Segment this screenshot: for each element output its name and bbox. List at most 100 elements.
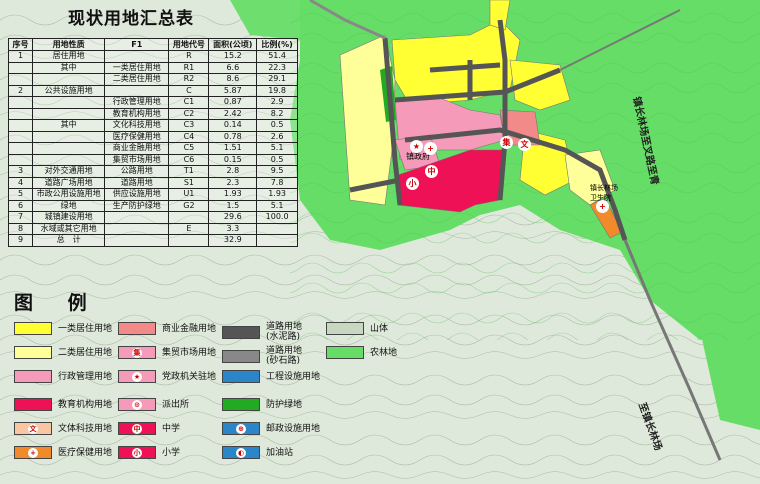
legend-swatch: 小 xyxy=(118,446,156,459)
cell-ratio: 2.9 xyxy=(256,96,298,109)
legend-item: ★ 党政机关驻地 xyxy=(118,370,216,383)
cell-sub: 医疗保健用地 xyxy=(104,130,170,143)
cell-ratio xyxy=(256,234,298,247)
cell-no xyxy=(7,107,34,120)
legend-swatch xyxy=(14,322,52,335)
culture-icon: 文 xyxy=(518,138,531,151)
legend-label: 集贸市场用地 xyxy=(162,347,217,358)
cell-sub: 供应设施用地 xyxy=(104,188,170,201)
cell-area: 0.15 xyxy=(208,153,258,166)
cell-ratio: 9.5 xyxy=(256,165,298,178)
legend-glyph-icon: 小 xyxy=(132,447,142,458)
table-row: 3 对外交通用地 公路用地 T1 2.8 9.5 xyxy=(7,165,298,178)
hospital-icon: + xyxy=(424,142,437,155)
cell-area: 0.14 xyxy=(208,119,258,132)
cell-name: 绿地 xyxy=(32,199,106,212)
market-icon: 集 xyxy=(500,136,513,149)
cell-code xyxy=(168,211,210,224)
cell-ratio: 19.8 xyxy=(256,84,298,97)
cell-ratio xyxy=(256,222,298,235)
cell-no: 4 xyxy=(7,176,34,189)
table-row: 2 公共设施用地 C 5.87 19.8 xyxy=(7,84,298,97)
legend-item: 教育机构用地 xyxy=(14,398,112,411)
cell-area: 8.6 xyxy=(208,73,258,86)
cell-ratio: 5.1 xyxy=(256,199,298,212)
cell-code: C6 xyxy=(168,153,210,166)
table-row: 集贸市场用地 C6 0.15 0.5 xyxy=(7,153,298,166)
table-header-row: 序号 用地性质 F1 用地代号 面积(公顷) 比例(%) xyxy=(7,38,298,51)
cell-area: 2.3 xyxy=(208,176,258,189)
legend-swatch xyxy=(222,398,260,411)
legend-label: 加油站 xyxy=(266,447,294,458)
cell-name: 居住用地 xyxy=(32,50,106,63)
table-row: 其中 一类居住用地 R1 6.6 22.3 xyxy=(7,61,298,74)
cell-no: 9 xyxy=(7,234,34,247)
cell-sub: 二类居住用地 xyxy=(104,73,170,86)
cell-name: 对外交通用地 xyxy=(32,165,106,178)
cell-sub: 商业金融用地 xyxy=(104,142,170,155)
cell-name: 道路广场用地 xyxy=(32,176,106,189)
legend-label: 农林地 xyxy=(370,347,398,358)
cell-code: C2 xyxy=(168,107,210,120)
cell-ratio: 100.0 xyxy=(256,211,298,224)
col-sub: F1 xyxy=(104,38,170,51)
legend-glyph-icon: ◐ xyxy=(236,447,246,458)
legend-item: 集 集贸市场用地 xyxy=(118,346,216,359)
legend-label: 中学 xyxy=(162,423,181,434)
cell-sub xyxy=(104,211,170,224)
cell-sub xyxy=(104,234,170,247)
legend-label: 防护绿地 xyxy=(266,399,303,410)
cell-ratio: 8.2 xyxy=(256,107,298,120)
cell-name: 市政公用设施用地 xyxy=(32,188,106,201)
cell-ratio: 7.8 xyxy=(256,176,298,189)
legend-item: 道路用地 (水泥路) xyxy=(222,322,302,342)
legend-label: 山体 xyxy=(370,323,389,334)
cell-sub xyxy=(104,84,170,97)
legend-swatch: ◐ xyxy=(222,446,260,459)
legend-swatch: ⊕ xyxy=(222,422,260,435)
cell-name: 总 计 xyxy=(32,234,106,247)
cell-code: G2 xyxy=(168,199,210,212)
legend-label: 二类居住用地 xyxy=(58,347,113,358)
table-row: 4 道路广场用地 道路用地 S1 2.3 7.8 xyxy=(7,176,298,189)
legend-glyph-icon: ⊕ xyxy=(236,423,246,434)
legend-item: 商业金融用地 xyxy=(118,322,216,335)
col-no: 序号 xyxy=(7,38,34,51)
legend-label: 党政机关驻地 xyxy=(162,371,217,382)
legend-swatch xyxy=(14,346,52,359)
gov-star-icon: ★ xyxy=(410,140,423,153)
hospital-icon-2: + xyxy=(596,200,609,213)
cell-area: 1.51 xyxy=(208,142,258,155)
cell-code: R2 xyxy=(168,73,210,86)
legend-item: 一类居住用地 xyxy=(14,322,112,335)
cell-no xyxy=(7,73,34,86)
cell-no: 7 xyxy=(7,211,34,224)
cell-sub: 一类居住用地 xyxy=(104,61,170,74)
cell-name: 其中 xyxy=(32,61,106,74)
cell-area: 2.8 xyxy=(208,165,258,178)
cell-area: 15.2 xyxy=(208,50,258,63)
cell-area: 1.93 xyxy=(208,188,258,201)
cell-no: 2 xyxy=(7,84,34,97)
table-row: 医疗保健用地 C4 0.78 2.6 xyxy=(7,130,298,143)
primary-school-icon: 小 xyxy=(406,177,419,190)
table-row: 8 水域或其它用地 E 3.3 xyxy=(7,222,298,235)
legend-glyph-icon: ★ xyxy=(132,371,142,382)
cell-code: E xyxy=(168,222,210,235)
cell-ratio: 0.5 xyxy=(256,119,298,132)
table-row: 教育机构用地 C2 2.42 8.2 xyxy=(7,107,298,120)
cell-area: 6.6 xyxy=(208,61,258,74)
legend-label: 医疗保健用地 xyxy=(58,447,113,458)
cell-code: C3 xyxy=(168,119,210,132)
legend-label: 工程设施用地 xyxy=(266,371,321,382)
legend-item: 道路用地 (砂石路) xyxy=(222,346,302,366)
legend-swatch xyxy=(326,346,364,359)
table-row: 9总 计 32.9 xyxy=(7,234,298,247)
cell-no xyxy=(7,142,34,155)
legend-glyph-icon: ⊙ xyxy=(132,399,142,410)
legend-label: 一类居住用地 xyxy=(58,323,113,334)
legend-item: 二类居住用地 xyxy=(14,346,112,359)
legend-glyph-icon: + xyxy=(28,447,38,458)
cell-no: 8 xyxy=(7,222,34,235)
legend-label: 道路用地 (砂石路) xyxy=(266,346,303,366)
